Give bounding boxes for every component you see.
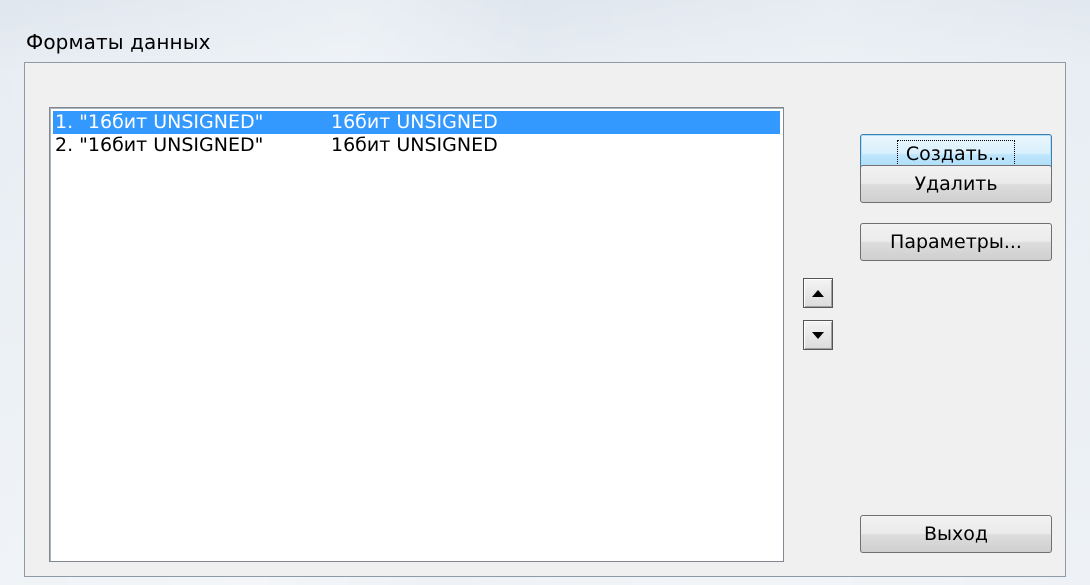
delete-button-label: Удалить [914,173,998,195]
parameters-button-label: Параметры... [890,231,1022,253]
window-title: Форматы данных [26,30,211,54]
data-formats-list[interactable]: 1. "16бит UNSIGNED" 16бит UNSIGNED 2. "1… [49,107,784,562]
list-item[interactable]: 1. "16бит UNSIGNED" 16бит UNSIGNED [53,111,780,134]
move-up-button[interactable] [803,278,833,308]
arrow-up-icon [812,289,824,297]
list-item-name: 2. "16бит UNSIGNED" [55,134,264,156]
delete-button[interactable]: Удалить [860,165,1052,203]
move-down-button[interactable] [803,320,833,350]
list-item-name: 1. "16бит UNSIGNED" [55,111,264,133]
list-item[interactable]: 2. "16бит UNSIGNED" 16бит UNSIGNED [53,134,780,157]
exit-button[interactable]: Выход [860,515,1052,553]
create-button-label: Создать... [896,140,1016,168]
list-item-format: 16бит UNSIGNED [331,111,498,133]
dialog-client-area: 1. "16бит UNSIGNED" 16бит UNSIGNED 2. "1… [24,62,1066,577]
dialog-window: Форматы данных 1. "16бит UNSIGNED" 16бит… [0,0,1090,585]
parameters-button[interactable]: Параметры... [860,223,1052,261]
title-bar[interactable]: Форматы данных [0,0,1090,62]
exit-button-label: Выход [923,523,989,545]
arrow-down-icon [812,331,824,339]
list-item-format: 16бит UNSIGNED [331,134,498,156]
